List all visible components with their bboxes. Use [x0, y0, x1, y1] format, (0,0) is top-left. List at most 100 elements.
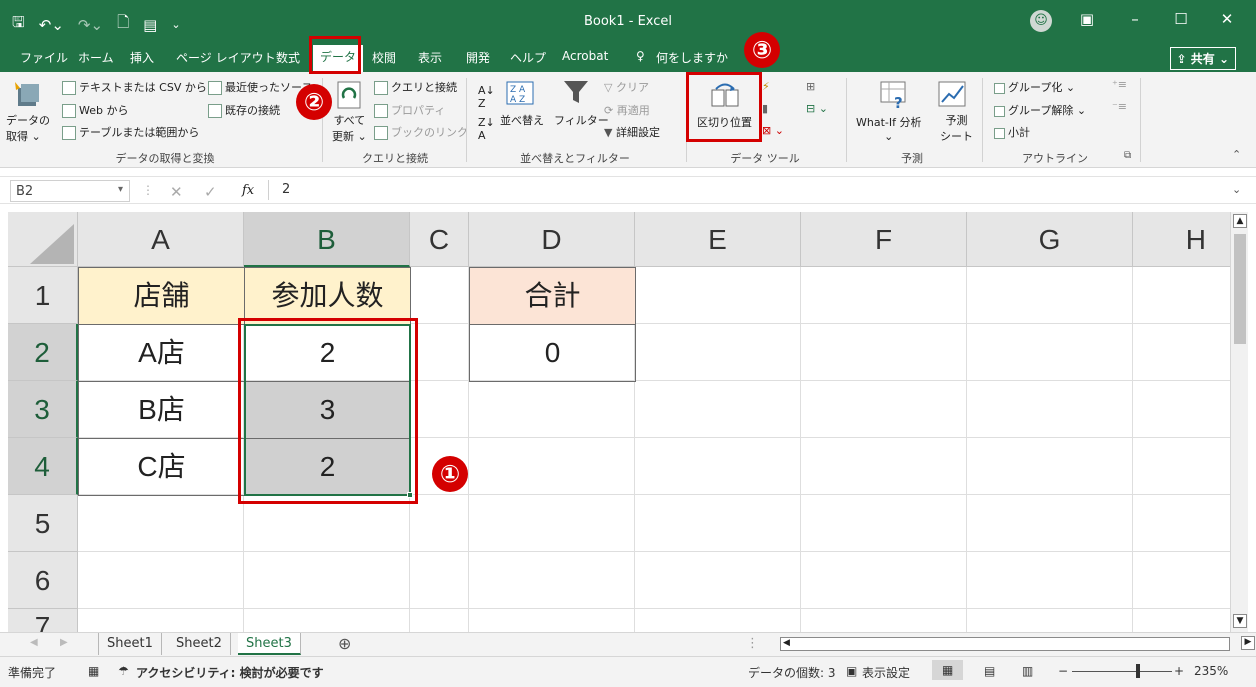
zoom-in-icon[interactable]: + [1174, 664, 1184, 678]
existing-connections-button[interactable]: 既存の接続 [208, 102, 280, 118]
zoom-level[interactable]: 235% [1194, 664, 1228, 678]
cell-b3[interactable]: 3 [244, 381, 411, 439]
scroll-left-icon[interactable]: ◀ [783, 638, 790, 648]
sort-button[interactable]: 並べ替え [500, 112, 544, 128]
sheet-tab-sheet3[interactable]: Sheet3 [238, 633, 301, 655]
tab-page-layout[interactable]: ページ レイアウト [176, 49, 276, 66]
sort-descending-icon[interactable]: Z↓ A [478, 116, 495, 142]
empty-cell[interactable] [1133, 552, 1230, 609]
row-header-3[interactable]: 3 [8, 381, 78, 438]
dialog-launcher-icon[interactable]: ⧉ [1124, 150, 1131, 161]
data-validation-icon[interactable]: ⊠ ⌄ [762, 124, 784, 137]
normal-view-icon[interactable]: ▦ [932, 660, 964, 680]
refresh-all-button[interactable]: すべて 更新 ⌄ [332, 112, 367, 144]
cancel-icon[interactable]: ✕ [170, 183, 183, 201]
column-header-d[interactable]: D [469, 212, 635, 267]
fill-handle[interactable] [407, 492, 413, 498]
empty-cell[interactable] [967, 609, 1133, 632]
zoom-out-icon[interactable]: − [1058, 664, 1068, 678]
empty-cell[interactable] [244, 552, 410, 609]
scroll-right-icon[interactable]: ▶ [1241, 636, 1255, 650]
sort-ascending-icon[interactable]: A↓ Z [478, 84, 495, 110]
empty-cell[interactable] [469, 495, 635, 552]
empty-cell[interactable] [78, 495, 244, 552]
cell-b4[interactable]: 2 [244, 438, 411, 496]
empty-cell[interactable] [1133, 267, 1230, 324]
hide-detail-icon[interactable]: ⁻≡ [1112, 100, 1127, 113]
share-button[interactable]: ⇪ 共有 ⌄ [1169, 47, 1236, 70]
column-header-f[interactable]: F [801, 212, 967, 267]
column-header-g[interactable]: G [967, 212, 1133, 267]
tab-review[interactable]: 校閲 [372, 49, 396, 66]
empty-cell[interactable] [801, 552, 967, 609]
cell-a2[interactable]: A店 [78, 324, 245, 382]
tab-data[interactable]: データ [313, 45, 364, 72]
cell-b2[interactable]: 2 [244, 324, 411, 382]
show-detail-icon[interactable]: ⁺≡ [1112, 78, 1127, 91]
advanced-filter-button[interactable]: ▼ 詳細設定 [604, 124, 660, 140]
tab-home[interactable]: ホーム [78, 49, 114, 66]
recent-sources-button[interactable]: 最近使ったソース [208, 79, 312, 95]
name-box[interactable]: B2 ▾ [10, 180, 130, 202]
collapse-ribbon-icon[interactable]: ⌃ [1232, 148, 1241, 161]
horizontal-scrollbar[interactable]: ◀ ▶ [780, 636, 1255, 651]
empty-cell[interactable] [801, 324, 967, 381]
page-layout-view-icon[interactable]: ▤ [984, 664, 995, 678]
group-button[interactable]: グループ化 ⌄ [994, 79, 1075, 95]
get-data-button[interactable]: データの 取得 ⌄ [6, 112, 50, 144]
row-header-4[interactable]: 4 [8, 438, 78, 495]
column-header-e[interactable]: E [635, 212, 801, 267]
empty-cell[interactable] [410, 324, 469, 381]
tell-me-search[interactable]: 何をしますか [656, 49, 728, 66]
empty-cell[interactable] [967, 267, 1133, 324]
tab-insert[interactable]: 挿入 [130, 49, 154, 66]
empty-cell[interactable] [635, 381, 801, 438]
subtotal-button[interactable]: 小計 [994, 124, 1030, 140]
empty-cell[interactable] [1133, 609, 1230, 632]
empty-cell[interactable] [244, 495, 410, 552]
next-sheet-icon[interactable]: ▶ [60, 637, 68, 648]
accessibility-status[interactable]: アクセシビリティ: 検討が必要です [136, 664, 324, 681]
scroll-up-icon[interactable]: ▲ [1233, 214, 1247, 228]
empty-cell[interactable] [635, 609, 801, 632]
column-header-h[interactable]: H [1133, 212, 1230, 267]
maximize-icon[interactable]: ☐ [1166, 10, 1196, 28]
column-header-c[interactable]: C [410, 212, 469, 267]
page-break-view-icon[interactable]: ▥ [1022, 664, 1033, 678]
empty-cell[interactable] [967, 381, 1133, 438]
empty-cell[interactable] [469, 552, 635, 609]
empty-cell[interactable] [410, 267, 469, 324]
empty-cell[interactable] [1133, 495, 1230, 552]
tab-developer[interactable]: 開発 [466, 49, 490, 66]
tab-help[interactable]: ヘルプ [510, 49, 546, 66]
ungroup-button[interactable]: グループ解除 ⌄ [994, 102, 1086, 118]
cell-b1[interactable]: 参加人数 [244, 267, 411, 325]
tab-split-grip-icon[interactable]: ⋮ [746, 636, 759, 651]
filter-button[interactable]: フィルター [554, 112, 609, 128]
empty-cell[interactable] [244, 609, 410, 632]
empty-cell[interactable] [469, 609, 635, 632]
edit-links-button[interactable]: ブックのリンク [374, 124, 468, 140]
minimize-icon[interactable]: – [1120, 10, 1150, 28]
empty-cell[interactable] [469, 381, 635, 438]
empty-cell[interactable] [469, 438, 635, 495]
zoom-slider[interactable] [1072, 671, 1172, 672]
empty-cell[interactable] [635, 438, 801, 495]
column-header-b[interactable]: B [244, 212, 410, 267]
cell-d2[interactable]: 0 [469, 324, 636, 382]
expand-formula-bar-icon[interactable]: ⌄ [1232, 183, 1241, 196]
from-text-csv-button[interactable]: テキストまたは CSV から [62, 79, 207, 95]
row-header-2[interactable]: 2 [8, 324, 78, 381]
tab-view[interactable]: 表示 [418, 49, 442, 66]
empty-cell[interactable] [967, 438, 1133, 495]
consolidate-icon[interactable]: ⊞ [806, 80, 815, 93]
display-settings-button[interactable]: 表示設定 [862, 664, 910, 681]
empty-cell[interactable] [801, 381, 967, 438]
tab-formulas[interactable]: 数式 [276, 49, 300, 66]
display-settings-icon[interactable]: ▣ [846, 664, 857, 678]
what-if-button[interactable]: What-If 分析 ⌄ [856, 114, 921, 143]
scroll-down-icon[interactable]: ▼ [1233, 614, 1247, 628]
empty-cell[interactable] [410, 495, 469, 552]
cell-a4[interactable]: C店 [78, 438, 245, 496]
flash-fill-icon[interactable]: ⚡ [762, 80, 770, 93]
